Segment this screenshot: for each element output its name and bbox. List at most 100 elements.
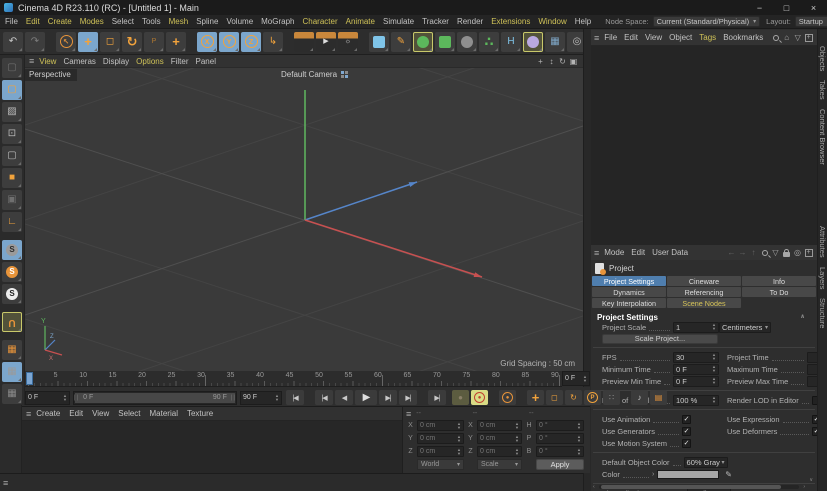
material-list[interactable] [22,421,402,473]
expand-icon[interactable]: › [652,471,654,478]
camera-label[interactable]: Default Camera [281,70,349,79]
viewport-menu-item[interactable]: Display [103,57,129,66]
attribute-tab[interactable]: Project Settings [592,276,666,286]
snap-toggle-button[interactable]: U [2,312,22,332]
menu-item[interactable]: Volume [226,17,253,26]
panel-tab[interactable]: Objects [818,46,827,71]
attribute-tab[interactable]: Info [742,276,816,286]
model-mode-button[interactable]: ▢ [2,80,22,100]
panel-tab[interactable]: Layers [818,267,827,290]
layout-select[interactable]: Startup▾ [795,16,827,27]
menu-item[interactable]: Edit [26,17,40,26]
objects-menu-item[interactable]: View [645,33,662,42]
use-motion-system-checkbox[interactable]: ✓ [682,439,691,448]
menu-item[interactable]: Simulate [383,17,414,26]
viewport-menu-item[interactable]: Options [136,57,164,66]
panel-tab[interactable]: Takes [818,80,827,100]
rotate-tool-button[interactable]: ↻ [122,32,142,52]
render-picture-viewer-button[interactable]: ▶ [316,32,336,52]
frame-spinner[interactable]: 0 F▲▼ [562,371,590,386]
panel-tab[interactable]: Attributes [818,226,827,258]
prev-key-button[interactable]: |◀ [315,390,333,405]
rotation-p-input[interactable]: 0 °▲▼ [536,433,584,444]
attribute-tab[interactable]: Key Interpolation [592,298,666,308]
object-list[interactable] [591,46,817,245]
goto-end-button[interactable]: ▶| [428,390,446,405]
key-rotation-button[interactable]: ↻ [565,390,582,405]
texture-mode-button[interactable]: ▨ [2,102,22,122]
project-time-input[interactable] [807,352,817,363]
menu-item[interactable]: Spline [196,17,218,26]
timeline-ruler[interactable]: 051015202530354045505560657075808590 [25,371,562,387]
panel-tab[interactable]: Content Browser [818,109,827,165]
material-menu-item[interactable]: Select [118,409,140,418]
keying-settings-button[interactable]: ▤ [650,390,667,405]
menu-item[interactable]: Tools [142,17,161,26]
attributes-menu-item[interactable]: Edit [631,248,645,257]
scroll-down-icon[interactable]: ∨ [809,477,813,483]
viewport[interactable]: Y Z X ≡ ViewCamerasDisplayOptionsFilterP… [25,55,583,371]
back-icon[interactable]: ← [726,247,737,258]
scroll-right-icon[interactable]: › [803,484,805,490]
hamburger-icon[interactable]: ≡ [29,56,34,66]
make-editable-button[interactable]: ▢ [2,58,22,78]
maximum-time-input[interactable] [807,364,817,375]
attributes-menu-item[interactable]: User Data [652,248,688,257]
target-icon[interactable]: ◎ [792,247,803,258]
stepper-icon[interactable]: ▲▼ [513,435,519,443]
material-menu-item[interactable]: View [92,409,109,418]
orbit-view-icon[interactable]: ↻ [557,57,568,66]
menu-item[interactable]: Select [112,17,134,26]
lock-z-axis-button[interactable]: Z [241,32,261,52]
stepper-icon[interactable]: ▲▼ [575,422,581,430]
attributes-menu-item[interactable]: Mode [604,248,624,257]
axis-tool-button[interactable]: + [166,32,186,52]
use-animation-checkbox[interactable]: ✓ [682,415,691,424]
render-settings-button[interactable]: ☼ [338,32,358,52]
dolly-view-icon[interactable]: ↕ [546,57,557,66]
goto-start-button[interactable]: |◀ [286,390,304,405]
use-generators-checkbox[interactable]: ✓ [682,427,691,436]
scale-y-input[interactable]: 0 cm▲▼ [477,433,522,444]
objects-menu-item[interactable]: Object [669,33,692,42]
planar-workplane-button[interactable]: ▦ [2,384,22,404]
attribute-tab[interactable]: Cineware [667,276,741,286]
record-objects-button[interactable]: ● [452,390,469,405]
material-menu-item[interactable]: Material [150,409,178,418]
preview-range-slider[interactable]: || 0 F 90 F || [73,391,237,405]
position-z-input[interactable]: 0 cm▲▼ [417,446,464,457]
position-mode-select[interactable]: World▾ [417,459,464,470]
scale-x-input[interactable]: 0 cm▲▼ [477,420,522,431]
node-space-select[interactable]: Current (Standard/Physical)▾ [653,16,761,27]
move-tool-button[interactable]: + [78,32,98,52]
maximize-button[interactable]: □ [773,0,800,15]
attribute-tab[interactable]: Referencing [667,287,741,297]
undo-button[interactable]: ↶ [3,32,23,52]
toggle-view-icon[interactable]: ▣ [568,57,579,66]
menu-item[interactable]: Mesh [169,17,189,26]
pen-spline-button[interactable]: ✎ [391,32,411,52]
material-menu-item[interactable]: Edit [69,409,83,418]
menu-item[interactable]: Animate [346,17,375,26]
filter-icon[interactable]: ▽ [792,32,803,43]
workplane-grid-button[interactable]: ▦ [2,340,22,360]
project-scale-input[interactable]: 1▲▼ [673,322,719,333]
attribute-tab[interactable]: To Do [742,287,816,297]
hamburger-icon[interactable]: ≡ [594,33,599,43]
hamburger-icon[interactable]: ≡ [3,478,8,488]
stepper-icon[interactable]: ▲▼ [513,448,519,456]
solo-off-button[interactable]: S [2,240,22,260]
fields-button[interactable]: H [501,32,521,52]
stepper-icon[interactable]: ▲▼ [710,323,716,331]
color-swatch[interactable] [657,470,719,479]
simulate-button[interactable] [523,32,543,52]
stepper-icon[interactable]: ▲▼ [455,448,461,456]
coordinate-system-button[interactable]: ↳ [263,32,283,52]
menu-item[interactable]: File [5,17,18,26]
live-selection-button[interactable]: ↖ [56,32,76,52]
end-frame-input[interactable]: 90 F▲▼ [240,391,282,405]
timeline-playhead[interactable] [26,372,33,385]
autokey-button[interactable]: ● [471,390,488,405]
lock-workplane-button[interactable]: ▦ [2,362,22,382]
material-menu-item[interactable]: Create [36,409,60,418]
